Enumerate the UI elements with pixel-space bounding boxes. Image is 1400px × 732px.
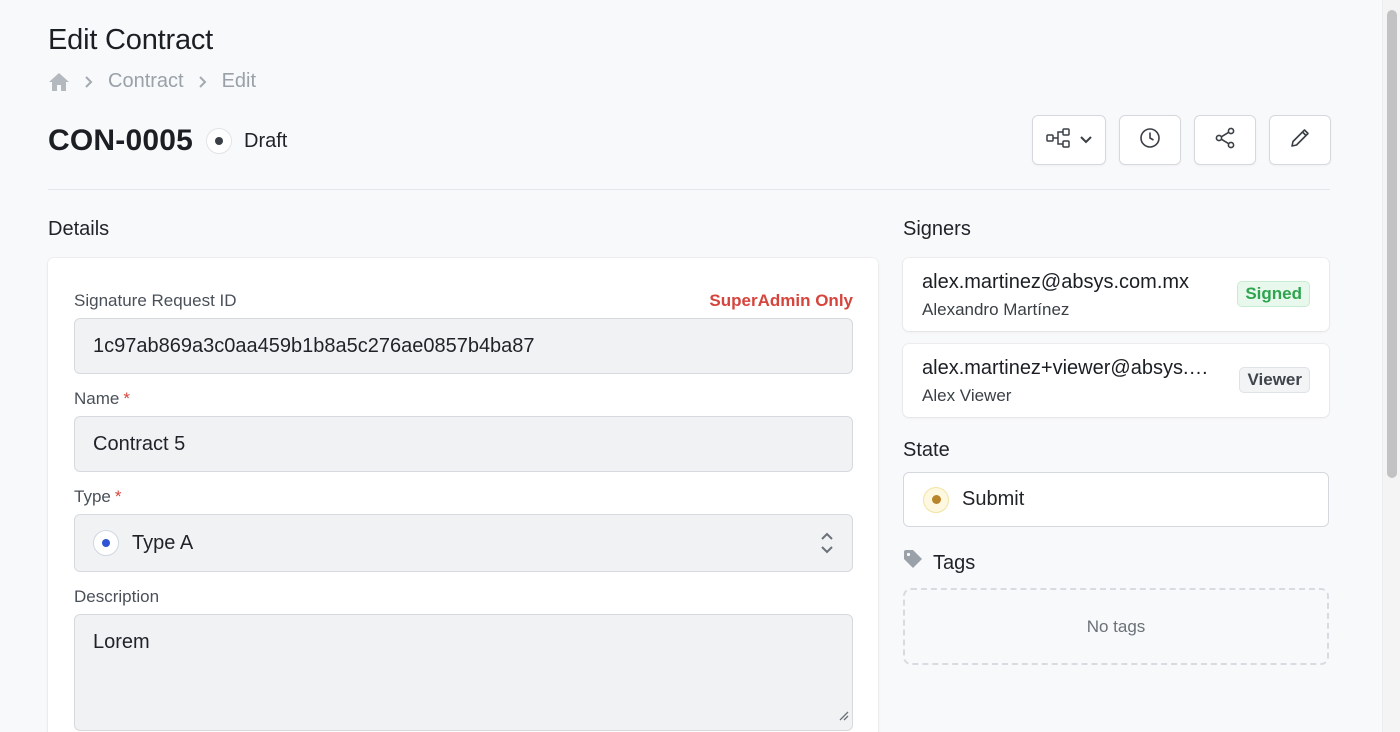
workflow-menu-button[interactable] [1032, 115, 1106, 165]
state-section-title: State [903, 439, 950, 461]
edit-icon [1289, 127, 1311, 154]
required-marker: * [114, 487, 122, 506]
record-toolbar [1032, 115, 1331, 165]
description-label: Description [74, 587, 160, 606]
signer-name: Alexandro Martínez [922, 300, 1070, 319]
breadcrumb: Contract Edit [48, 70, 256, 93]
name-label: Name * [74, 389, 130, 408]
scrollbar-thumb[interactable] [1387, 10, 1397, 478]
chevron-down-icon [1080, 131, 1092, 149]
description-textarea[interactable]: Lorem [74, 614, 853, 731]
breadcrumb-item-contract[interactable]: Contract [108, 70, 184, 93]
type-select[interactable]: Type A [74, 514, 853, 572]
workflow-icon [1046, 127, 1072, 153]
details-card: Signature Request ID SuperAdmin Only 1c9… [48, 258, 878, 732]
resize-handle-icon[interactable] [837, 704, 849, 727]
tags-label: Tags [933, 551, 976, 574]
signer-card[interactable]: alex.martinez+viewer@absys.com.mx Alex V… [903, 344, 1329, 417]
history-button[interactable] [1119, 115, 1181, 165]
type-value: Type A [132, 531, 194, 554]
tags-dropzone[interactable]: No tags [903, 588, 1329, 665]
details-section-title: Details [48, 218, 110, 240]
signers-section-title: Signers [903, 218, 971, 240]
share-button[interactable] [1194, 115, 1256, 165]
home-icon[interactable] [48, 72, 70, 92]
no-tags-text: No tags [1086, 616, 1146, 636]
state-select[interactable]: Submit [903, 472, 1329, 527]
signer-email: alex.martinez@absys.com.mx [922, 271, 1190, 293]
page-title: Edit Contract [48, 24, 214, 56]
signature-request-id-value: 1c97ab869a3c0aa459b1b8a5c276ae0857b4ba87 [93, 334, 535, 357]
signer-name: Alex Viewer [922, 386, 1012, 405]
breadcrumb-item-edit: Edit [221, 70, 257, 92]
edit-button[interactable] [1269, 115, 1331, 165]
name-field[interactable]: Contract 5 [74, 416, 853, 472]
signed-badge: Signed [1237, 281, 1310, 307]
record-header: CON-0005 Draft [48, 120, 287, 162]
signer-email: alex.martinez+viewer@absys.com.mx [922, 357, 1217, 379]
signature-request-id-label: Signature Request ID [74, 291, 237, 310]
status-indicator [206, 128, 232, 154]
chevron-right-icon [84, 75, 94, 89]
chevron-right-icon [198, 75, 208, 89]
share-icon [1214, 127, 1236, 154]
superadmin-only-note: SuperAdmin Only [709, 291, 853, 310]
history-icon [1139, 127, 1161, 154]
state-value: Submit [962, 488, 1025, 510]
state-indicator [923, 486, 949, 513]
tags-section-title: Tags [903, 550, 975, 576]
type-indicator [93, 530, 119, 556]
page-scrollbar[interactable] [1382, 0, 1400, 732]
record-id: CON-0005 [48, 124, 193, 157]
viewer-badge: Viewer [1239, 367, 1310, 393]
tag-icon [903, 550, 925, 576]
chevron-up-down-icon [820, 529, 834, 563]
type-label: Type * [74, 487, 122, 506]
status-label: Draft [244, 129, 288, 152]
header-divider [48, 189, 1330, 190]
name-value: Contract 5 [93, 432, 186, 455]
required-marker: * [123, 389, 130, 408]
signature-request-id-field[interactable]: 1c97ab869a3c0aa459b1b8a5c276ae0857b4ba87 [74, 318, 853, 374]
signer-card[interactable]: alex.martinez@absys.com.mx Alexandro Mar… [903, 258, 1329, 331]
description-value: Lorem [93, 631, 150, 653]
